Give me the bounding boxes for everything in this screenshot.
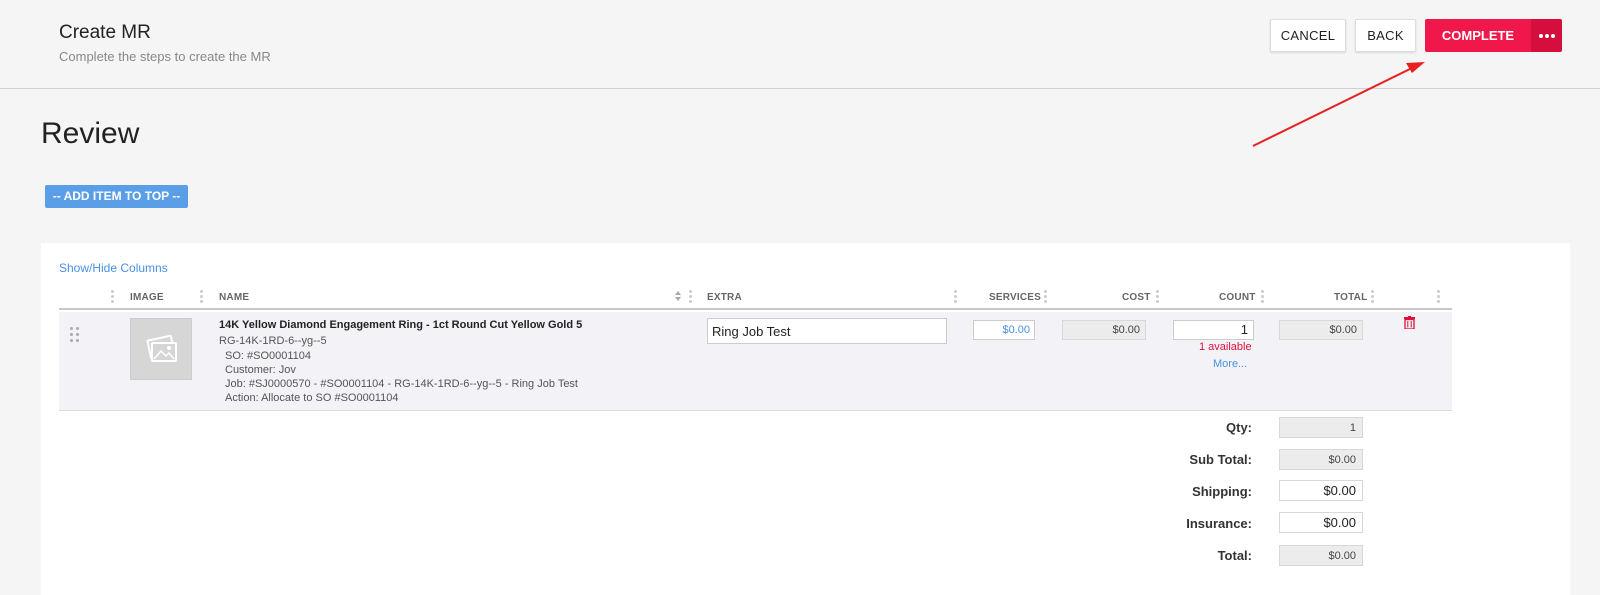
- subtotal-label: Sub Total:: [1189, 452, 1252, 467]
- image-icon: [146, 334, 177, 362]
- qty-label: Qty:: [1226, 420, 1252, 435]
- column-resize-handle[interactable]: [689, 290, 693, 306]
- drag-handle-icon[interactable]: [70, 327, 81, 343]
- page-header: Create MR Complete the steps to create t…: [0, 0, 1600, 89]
- sales-order-text: SO: #SO0001104: [225, 350, 312, 362]
- column-header-name[interactable]: NAME: [219, 292, 249, 303]
- column-header-cost: COST: [1122, 292, 1151, 303]
- page-subtitle: Complete the steps to create the MR: [59, 49, 271, 64]
- column-resize-handle[interactable]: [954, 290, 958, 306]
- column-resize-handle[interactable]: [1156, 290, 1160, 306]
- column-resize-handle[interactable]: [1371, 290, 1375, 306]
- cancel-button[interactable]: CANCEL: [1270, 19, 1346, 52]
- more-options-button[interactable]: [1531, 19, 1562, 52]
- column-resize-handle[interactable]: [111, 290, 115, 306]
- total-field: $0.00: [1279, 545, 1363, 566]
- qty-field: 1: [1279, 417, 1363, 438]
- insurance-label: Insurance:: [1186, 516, 1252, 531]
- cost-field: $0.00: [1062, 320, 1146, 340]
- insurance-input[interactable]: $0.00: [1279, 512, 1363, 533]
- job-text: Job: #SJ0000570 - #SO0001104 - RG-14K-1R…: [225, 378, 578, 390]
- column-header-extra: EXTRA: [707, 292, 742, 303]
- table-header: IMAGE NAME EXTRA SERVICES COST COUNT TOT…: [59, 286, 1452, 310]
- extra-input[interactable]: Ring Job Test: [707, 318, 947, 344]
- back-button[interactable]: BACK: [1355, 19, 1416, 52]
- more-link[interactable]: More...: [1213, 358, 1247, 370]
- column-resize-handle[interactable]: [1261, 290, 1265, 306]
- page-title: Create MR: [59, 22, 151, 43]
- services-input[interactable]: $0.00: [973, 320, 1035, 340]
- row-total-field: $0.00: [1279, 320, 1363, 340]
- product-image-placeholder: [130, 318, 192, 380]
- section-title: Review: [41, 117, 140, 150]
- complete-button[interactable]: COMPLETE: [1425, 19, 1531, 52]
- shipping-input[interactable]: $0.00: [1279, 480, 1363, 501]
- column-header-total: TOTAL: [1334, 292, 1368, 303]
- column-header-services: SERVICES: [989, 292, 1041, 303]
- column-header-image: IMAGE: [130, 292, 164, 303]
- product-sku: RG-14K-1RD-6--yg--5: [219, 335, 327, 347]
- action-text: Action: Allocate to SO #SO0001104: [225, 392, 399, 404]
- sort-icon[interactable]: [674, 290, 682, 302]
- column-resize-handle[interactable]: [1437, 290, 1441, 306]
- show-hide-columns-link[interactable]: Show/Hide Columns: [59, 261, 168, 275]
- add-item-to-top-button[interactable]: -- ADD ITEM TO TOP --: [45, 185, 188, 208]
- customer-text: Customer: Jov: [225, 364, 296, 376]
- shipping-label: Shipping:: [1192, 484, 1252, 499]
- subtotal-field: $0.00: [1279, 449, 1363, 470]
- product-name: 14K Yellow Diamond Engagement Ring - 1ct…: [219, 319, 583, 331]
- column-header-count: COUNT: [1219, 292, 1256, 303]
- column-resize-handle[interactable]: [1044, 290, 1048, 306]
- availability-text: 1 available: [1199, 341, 1252, 353]
- total-label: Total:: [1217, 548, 1252, 563]
- count-input[interactable]: 1: [1173, 320, 1254, 340]
- trash-icon[interactable]: [1404, 316, 1415, 329]
- column-resize-handle[interactable]: [200, 290, 204, 306]
